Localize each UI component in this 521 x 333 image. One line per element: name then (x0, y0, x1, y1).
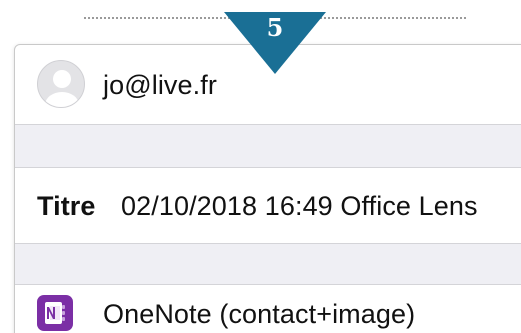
step-marker: 5 (224, 12, 326, 74)
section-separator (15, 243, 521, 285)
section-separator (15, 124, 521, 168)
share-sheet-screenshot: jo@live.fr Titre 02/10/2018 16:49 Office… (0, 0, 521, 333)
title-row[interactable]: Titre 02/10/2018 16:49 Office Lens (15, 168, 521, 243)
title-label: Titre (37, 191, 96, 221)
destination-row[interactable]: OneNote (contact+image) (15, 285, 521, 333)
onenote-icon (37, 295, 73, 331)
account-email: jo@live.fr (103, 70, 217, 100)
user-avatar-icon (37, 60, 85, 108)
title-input[interactable]: 02/10/2018 16:49 Office Lens (121, 191, 478, 222)
destination-label: OneNote (contact+image) (103, 299, 416, 329)
share-form-panel: jo@live.fr Titre 02/10/2018 16:49 Office… (14, 44, 521, 333)
step-number: 5 (266, 13, 284, 42)
